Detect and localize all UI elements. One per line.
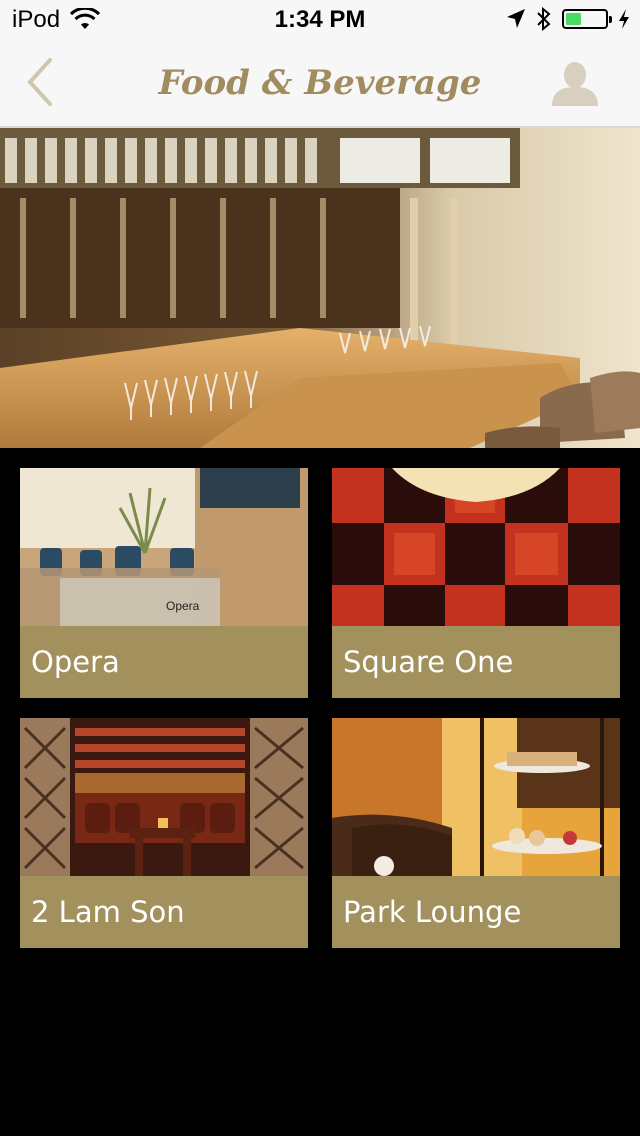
battery-nub [609,16,612,23]
status-bar: iPod 1:34 PM [0,0,640,40]
opera-sign-text: Opera [166,599,200,613]
venue-tile-opera[interactable]: Opera Opera [20,468,308,698]
battery-icon [562,9,612,29]
charging-icon [619,9,629,29]
battery-level [566,13,582,25]
venue-tile-square-one[interactable]: Square One [332,468,620,698]
status-right [506,6,630,32]
location-arrow-icon [507,9,525,28]
hero-image [0,128,640,448]
park-lounge-afternoon-tea-photo [332,718,620,876]
user-icon[interactable] [550,60,600,108]
venue-label: Opera [31,645,120,679]
venue-tile-2-lam-son[interactable]: 2 Lam Son [20,718,308,948]
venue-tile-park-lounge[interactable]: Park Lounge [332,718,620,948]
lam-son-lounge-photo [20,718,308,876]
nav-bar: Food & Beverage [0,40,640,128]
bluetooth-icon [537,6,551,32]
venue-label: Square One [343,645,514,679]
venue-label: Park Lounge [343,895,522,929]
page-title: Food & Beverage [158,63,482,103]
venue-label: 2 Lam Son [31,895,185,929]
bar-interior-photo [0,128,640,448]
square-one-red-wall-photo [332,468,620,626]
opera-restaurant-photo: Opera [20,468,308,626]
